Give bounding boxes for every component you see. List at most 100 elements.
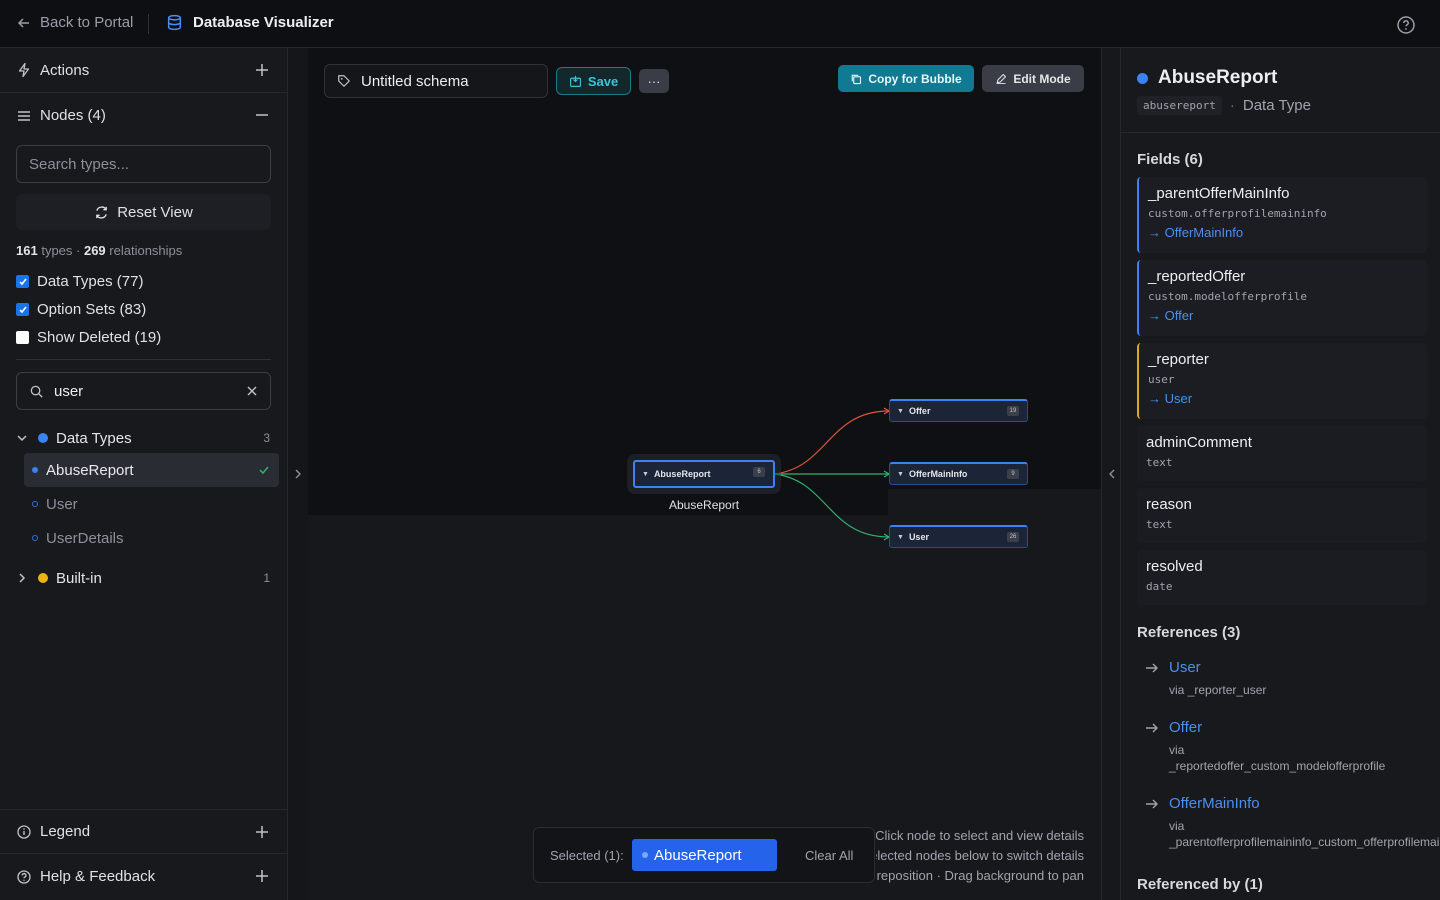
- group-data-types[interactable]: Data Types 3: [16, 426, 272, 450]
- field-link[interactable]: → Offer: [1148, 308, 1427, 323]
- hint-line: Click node to select and view details: [876, 828, 1084, 843]
- chevron-left-icon[interactable]: [1106, 468, 1118, 480]
- node-field-count: 9: [1007, 469, 1019, 479]
- via-line: via: [1169, 743, 1185, 757]
- app-title: Database Visualizer: [166, 14, 334, 31]
- chevron-right-icon[interactable]: [16, 572, 28, 584]
- checkbox-data-types[interactable]: Data Types (77): [16, 273, 143, 290]
- node-label: OfferMainInfo: [908, 469, 968, 479]
- field-name: adminComment: [1146, 434, 1252, 451]
- minus-icon[interactable]: [254, 107, 270, 123]
- list-item-user[interactable]: User: [24, 487, 279, 521]
- chevron-down-icon[interactable]: [16, 432, 28, 444]
- references-header: References (3): [1137, 624, 1241, 641]
- type-search-input[interactable]: [16, 145, 271, 183]
- clear-filter-icon[interactable]: [245, 384, 259, 398]
- list-item-abusereport[interactable]: AbuseReport: [24, 453, 279, 487]
- checkbox-unchecked[interactable]: [16, 331, 29, 344]
- reference-item[interactable]: OfferMainInfo via _parentofferprofilemai…: [1145, 795, 1440, 850]
- top-bar: Back to Portal Database Visualizer: [0, 0, 1440, 48]
- filter-input[interactable]: user: [16, 372, 271, 410]
- reference-via: via _parentofferprofilemaininfo_custom_o…: [1169, 818, 1440, 850]
- arrow-right-icon: [1146, 723, 1158, 732]
- selection-bar: Selected (1): AbuseReport Clear All: [533, 827, 875, 883]
- reference-via: via _reportedoffer_custom_modelofferprof…: [1169, 742, 1440, 774]
- field-item[interactable]: _reporter user → User: [1137, 343, 1427, 419]
- reference-name: User: [1169, 659, 1201, 676]
- list-item-userdetails[interactable]: UserDetails: [24, 521, 279, 555]
- checkbox-checked[interactable]: [16, 275, 29, 288]
- field-item[interactable]: resolved date: [1137, 550, 1427, 605]
- divider: [1121, 132, 1440, 133]
- reset-view-button[interactable]: Reset View: [16, 194, 271, 230]
- reference-item[interactable]: User via _reporter_user: [1145, 659, 1440, 698]
- field-name: resolved: [1146, 558, 1203, 575]
- actions-section[interactable]: Actions: [0, 48, 288, 93]
- group-count: 3: [263, 431, 270, 445]
- collapse-sidebar-icon[interactable]: [292, 468, 304, 480]
- group-built-in[interactable]: Built-in 1: [16, 566, 272, 590]
- filter-value: user: [54, 382, 84, 400]
- plus-icon[interactable]: [254, 62, 270, 78]
- field-item[interactable]: _reportedOffer custom.modelofferprofile …: [1137, 260, 1427, 336]
- node-label: AbuseReport: [653, 469, 711, 479]
- separator: ·: [1229, 97, 1235, 114]
- group-label: Built-in: [56, 569, 102, 587]
- clear-all-button[interactable]: Clear All: [805, 848, 853, 863]
- selected-chip-abusereport[interactable]: AbuseReport: [632, 839, 777, 871]
- back-to-portal-link[interactable]: Back to Portal: [16, 14, 133, 31]
- field-item[interactable]: _parentOfferMainInfo custom.offerprofile…: [1137, 177, 1427, 253]
- chip-label: AbuseReport: [654, 846, 742, 864]
- field-link[interactable]: → User: [1148, 391, 1427, 406]
- help-icon[interactable]: [1396, 15, 1416, 35]
- reference-link[interactable]: User: [1145, 659, 1440, 676]
- field-item[interactable]: adminComment text: [1137, 426, 1427, 481]
- legend-label: Legend: [40, 823, 91, 840]
- caret-icon: ▼: [897, 533, 904, 541]
- reference-link[interactable]: Offer: [1145, 719, 1440, 736]
- reference-name: Offer: [1169, 719, 1203, 736]
- field-link[interactable]: → OfferMainInfo: [1148, 225, 1427, 240]
- item-dot: [32, 501, 38, 507]
- via-line: via _reporter_user: [1169, 683, 1267, 697]
- field-name: reason: [1146, 496, 1192, 513]
- checkbox-option-sets[interactable]: Option Sets (83): [16, 301, 146, 318]
- reset-view-label: Reset View: [117, 203, 193, 221]
- node-label: Offer: [908, 406, 931, 416]
- reference-item[interactable]: Offer via _reportedoffer_custom_modeloff…: [1145, 719, 1440, 774]
- divider: [16, 359, 271, 360]
- field-type: date: [1146, 580, 1173, 593]
- node-offer[interactable]: ▼ Offer 19: [889, 399, 1028, 422]
- node-abusereport[interactable]: ▼ AbuseReport 6: [633, 460, 775, 488]
- field-item[interactable]: reason text: [1137, 488, 1427, 543]
- chip-dot: [642, 852, 648, 858]
- nodes-section[interactable]: Nodes (4): [0, 93, 288, 138]
- search-icon: [30, 385, 43, 398]
- back-label: Back to Portal: [40, 14, 134, 31]
- plus-icon[interactable]: [254, 824, 270, 840]
- details-panel-toggle[interactable]: [1101, 48, 1121, 900]
- field-type: custom.modelofferprofile: [1148, 290, 1307, 303]
- node-offermaininfo[interactable]: ▼ OfferMainInfo 9: [889, 462, 1028, 485]
- item-label: User: [46, 495, 78, 513]
- hint-line: Click selected nodes below to switch det…: [876, 848, 1084, 863]
- legend-section[interactable]: Legend: [0, 809, 288, 854]
- node-label: User: [908, 532, 929, 542]
- details-title: AbuseReport: [1137, 67, 1277, 89]
- via-line: _parentofferprofilemaininfo_custom_offer…: [1169, 835, 1440, 849]
- field-type: custom.offerprofilemaininfo: [1148, 207, 1327, 220]
- caret-icon: ▼: [642, 470, 649, 478]
- database-icon: [167, 14, 182, 31]
- checkbox-checked[interactable]: [16, 303, 29, 316]
- checkbox-show-deleted[interactable]: Show Deleted (19): [16, 329, 161, 346]
- graph-canvas[interactable]: Untitled schema Save ··· Copy for Bubble…: [308, 48, 1101, 900]
- reference-via: via _reporter_user: [1169, 682, 1440, 698]
- plus-icon[interactable]: [254, 868, 270, 884]
- node-user[interactable]: ▼ User 26: [889, 525, 1028, 548]
- reference-link[interactable]: OfferMainInfo: [1145, 795, 1440, 812]
- reference-name: OfferMainInfo: [1169, 795, 1260, 812]
- caret-icon: ▼: [897, 407, 904, 415]
- node-field-count: 6: [753, 467, 765, 477]
- node-field-count: 19: [1007, 406, 1019, 416]
- help-feedback-section[interactable]: Help & Feedback: [0, 854, 288, 899]
